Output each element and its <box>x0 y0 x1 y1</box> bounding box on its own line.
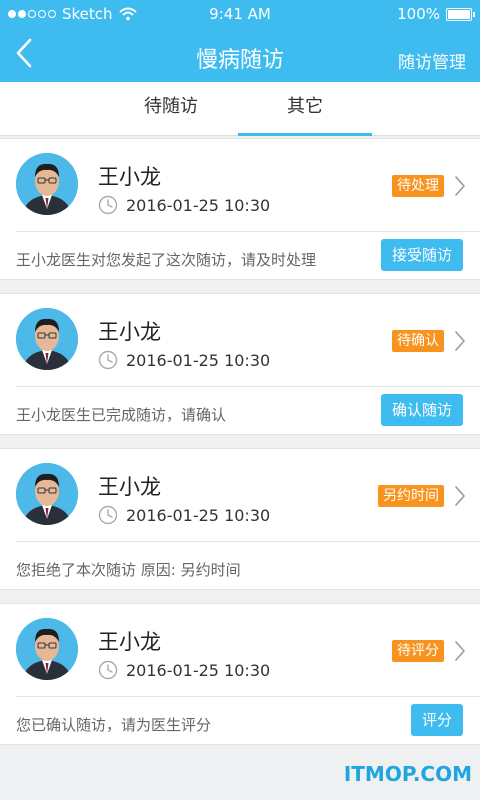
manage-button[interactable]: 随访管理 <box>398 48 466 73</box>
doctor-avatar <box>16 308 78 370</box>
doctor-avatar <box>16 618 78 680</box>
action-button[interactable]: 接受随访 <box>380 239 463 271</box>
doctor-name: 王小龙 <box>98 320 161 344</box>
divider <box>16 386 480 387</box>
time-text: 2016-01-25 10:30 <box>126 195 271 215</box>
header: Sketch 9:41 AM 100% 慢病随访 随访管理 <box>0 0 480 82</box>
chevron-right-icon[interactable] <box>454 330 466 352</box>
divider <box>16 541 480 542</box>
appointment-time: 2016-01-25 10:30 <box>98 505 270 525</box>
status-badge: 待确认 <box>392 330 444 352</box>
appointment-time: 2016-01-25 10:30 <box>98 660 270 680</box>
status-bar: Sketch 9:41 AM 100% <box>0 0 480 28</box>
doctor-avatar <box>16 463 78 525</box>
clock-icon <box>98 660 118 680</box>
doctor-name: 王小龙 <box>98 630 161 654</box>
status-badge: 待处理 <box>392 175 444 197</box>
time-text: 2016-01-25 10:30 <box>126 350 271 370</box>
list-item[interactable]: 王小龙 2016-01-25 10:30 待处理 王小龙医生对您发起了这次随访，… <box>0 138 480 280</box>
divider <box>16 696 480 697</box>
clock-icon <box>98 195 118 215</box>
appointment-time: 2016-01-25 10:30 <box>98 350 270 370</box>
list-item[interactable]: 王小龙 2016-01-25 10:30 待评分 您已确认随访，请为医生评分 评… <box>0 603 480 745</box>
watermark: ITMOP.COM <box>343 762 472 786</box>
status-badge: 另约时间 <box>378 485 444 507</box>
status-note: 王小龙医生已完成随访，请确认 <box>16 406 227 424</box>
status-badge: 待评分 <box>392 640 444 662</box>
time-text: 2016-01-25 10:30 <box>126 660 271 680</box>
status-note: 您已确认随访，请为医生评分 <box>16 716 212 734</box>
action-button[interactable]: 评分 <box>410 704 463 736</box>
tab-bar: 待随访 其它 <box>0 82 480 136</box>
time-text: 2016-01-25 10:30 <box>126 505 271 525</box>
tab-pending[interactable]: 待随访 <box>104 82 238 136</box>
status-note: 王小龙医生对您发起了这次随访，请及时处理 <box>16 251 317 269</box>
chevron-right-icon[interactable] <box>454 485 466 507</box>
doctor-name: 王小龙 <box>98 165 161 189</box>
clock-icon <box>98 350 118 370</box>
appointment-time: 2016-01-25 10:30 <box>98 195 270 215</box>
tab-other[interactable]: 其它 <box>238 82 372 136</box>
chevron-right-icon[interactable] <box>454 175 466 197</box>
list-item[interactable]: 王小龙 2016-01-25 10:30 待确认 王小龙医生已完成随访，请确认 … <box>0 293 480 435</box>
doctor-name: 王小龙 <box>98 475 161 499</box>
battery-icon <box>446 7 475 21</box>
status-note: 您拒绝了本次随访 原因: 另约时间 <box>16 561 241 579</box>
action-button[interactable]: 确认随访 <box>380 394 463 426</box>
battery-percent: 100% <box>397 5 440 23</box>
list-item[interactable]: 王小龙 2016-01-25 10:30 另约时间 您拒绝了本次随访 原因: 另… <box>0 448 480 590</box>
clock-icon <box>98 505 118 525</box>
chevron-right-icon[interactable] <box>454 640 466 662</box>
divider <box>16 231 480 232</box>
doctor-avatar <box>16 153 78 215</box>
